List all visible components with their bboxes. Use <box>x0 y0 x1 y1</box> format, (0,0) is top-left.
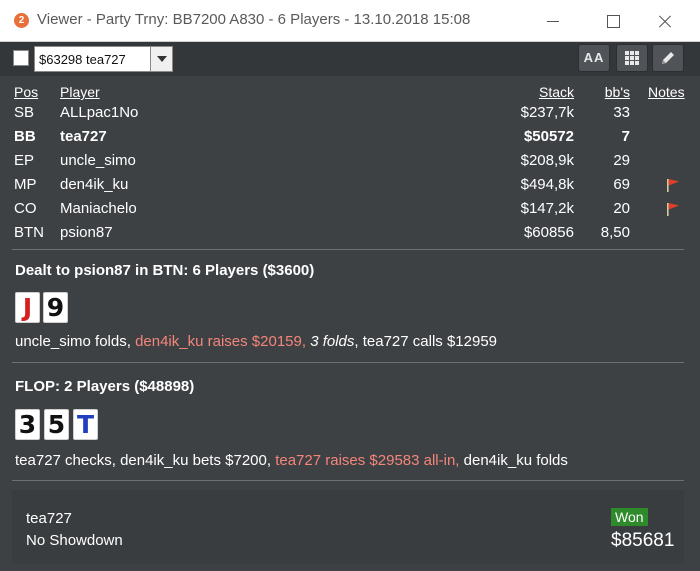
note-flag-icon[interactable] <box>666 178 680 192</box>
divider <box>12 362 684 363</box>
row-player[interactable]: uncle_simo <box>60 152 136 169</box>
grid-icon <box>625 51 639 65</box>
flop-actions: tea727 checks, den4ik_ku bets $7200, tea… <box>15 452 568 469</box>
maximize-button[interactable] <box>588 0 638 42</box>
row-pos: CO <box>14 200 37 217</box>
action-folds: 3 folds <box>310 333 355 350</box>
window-title: Viewer - Party Trny: BB7200 A830 - 6 Pla… <box>37 11 471 28</box>
preflop-actions: uncle_simo folds, den4ik_ku raises $2015… <box>15 333 497 350</box>
result-player: tea727 <box>26 510 72 527</box>
row-pos: SB <box>14 104 35 121</box>
row-player[interactable]: ALLpac1No <box>60 104 138 121</box>
header-notes[interactable]: Notes <box>648 84 685 100</box>
player-dropdown[interactable]: $63298 tea727 <box>34 46 173 72</box>
action-text: den4ik_ku folds <box>463 452 568 469</box>
close-button[interactable] <box>640 0 690 42</box>
row-bbs: 8,50 <box>600 224 630 241</box>
row-player[interactable]: tea727 <box>60 128 107 145</box>
row-pos: BB <box>14 128 36 145</box>
header-player[interactable]: Player <box>60 84 100 100</box>
chevron-down-icon[interactable] <box>150 47 172 71</box>
row-player[interactable]: psion87 <box>60 224 113 241</box>
won-amount: $85681 <box>611 530 675 551</box>
action-text: uncle_simo folds, <box>15 333 136 350</box>
flop-title: FLOP: 2 Players ($48898) <box>15 378 195 395</box>
row-stack: $60856 <box>523 224 574 241</box>
row-stack: $147,2k <box>520 200 574 217</box>
pencil-icon <box>662 52 674 64</box>
action-raise: den4ik_ku raises $20159, <box>135 333 311 350</box>
board-card: 5 <box>44 409 69 440</box>
divider <box>12 249 684 250</box>
note-flag-icon[interactable] <box>666 202 680 216</box>
row-pos: EP <box>14 152 35 169</box>
row-stack: $50572 <box>523 128 574 145</box>
minimize-button[interactable] <box>528 0 578 42</box>
preflop-title: Dealt to psion87 in BTN: 6 Players ($360… <box>15 262 315 279</box>
divider <box>12 480 684 481</box>
row-stack: $494,8k <box>520 176 574 193</box>
header-bbs[interactable]: bb's <box>605 84 630 100</box>
board-card: 3 <box>15 409 40 440</box>
window-titlebar: 2 Viewer - Party Trny: BB7200 A830 - 6 P… <box>0 0 700 42</box>
won-badge: Won <box>611 508 648 526</box>
select-checkbox[interactable] <box>13 50 29 66</box>
row-pos: BTN <box>14 224 44 241</box>
app-icon: 2 <box>14 13 29 28</box>
board-card: T <box>73 409 98 440</box>
row-bbs: 33 <box>613 104 630 121</box>
row-bbs: 69 <box>613 176 630 193</box>
row-player[interactable]: den4ik_ku <box>60 176 128 193</box>
header-stack[interactable]: Stack <box>539 84 574 100</box>
grid-button[interactable] <box>616 44 648 72</box>
edit-button[interactable] <box>652 44 684 72</box>
player-dropdown-value: $63298 tea727 <box>39 52 126 67</box>
row-player[interactable]: Maniachelo <box>60 200 137 217</box>
row-pos: MP <box>14 176 37 193</box>
header-pos[interactable]: Pos <box>14 84 38 100</box>
row-bbs: 7 <box>621 128 630 145</box>
row-bbs: 29 <box>613 152 630 169</box>
action-text: , tea727 calls $12959 <box>354 333 498 350</box>
font-size-button[interactable]: AA <box>578 44 610 72</box>
row-stack: $237,7k <box>520 104 574 121</box>
row-bbs: 20 <box>613 200 630 217</box>
result-panel <box>12 490 684 564</box>
hole-card: 9 <box>43 292 68 323</box>
action-raise: tea727 raises $29583 all-in, <box>275 452 464 469</box>
row-stack: $208,9k <box>520 152 574 169</box>
action-text: tea727 checks, den4ik_ku bets $7200, <box>15 452 276 469</box>
hole-card: J <box>15 292 40 323</box>
result-showdown: No Showdown <box>26 532 123 549</box>
